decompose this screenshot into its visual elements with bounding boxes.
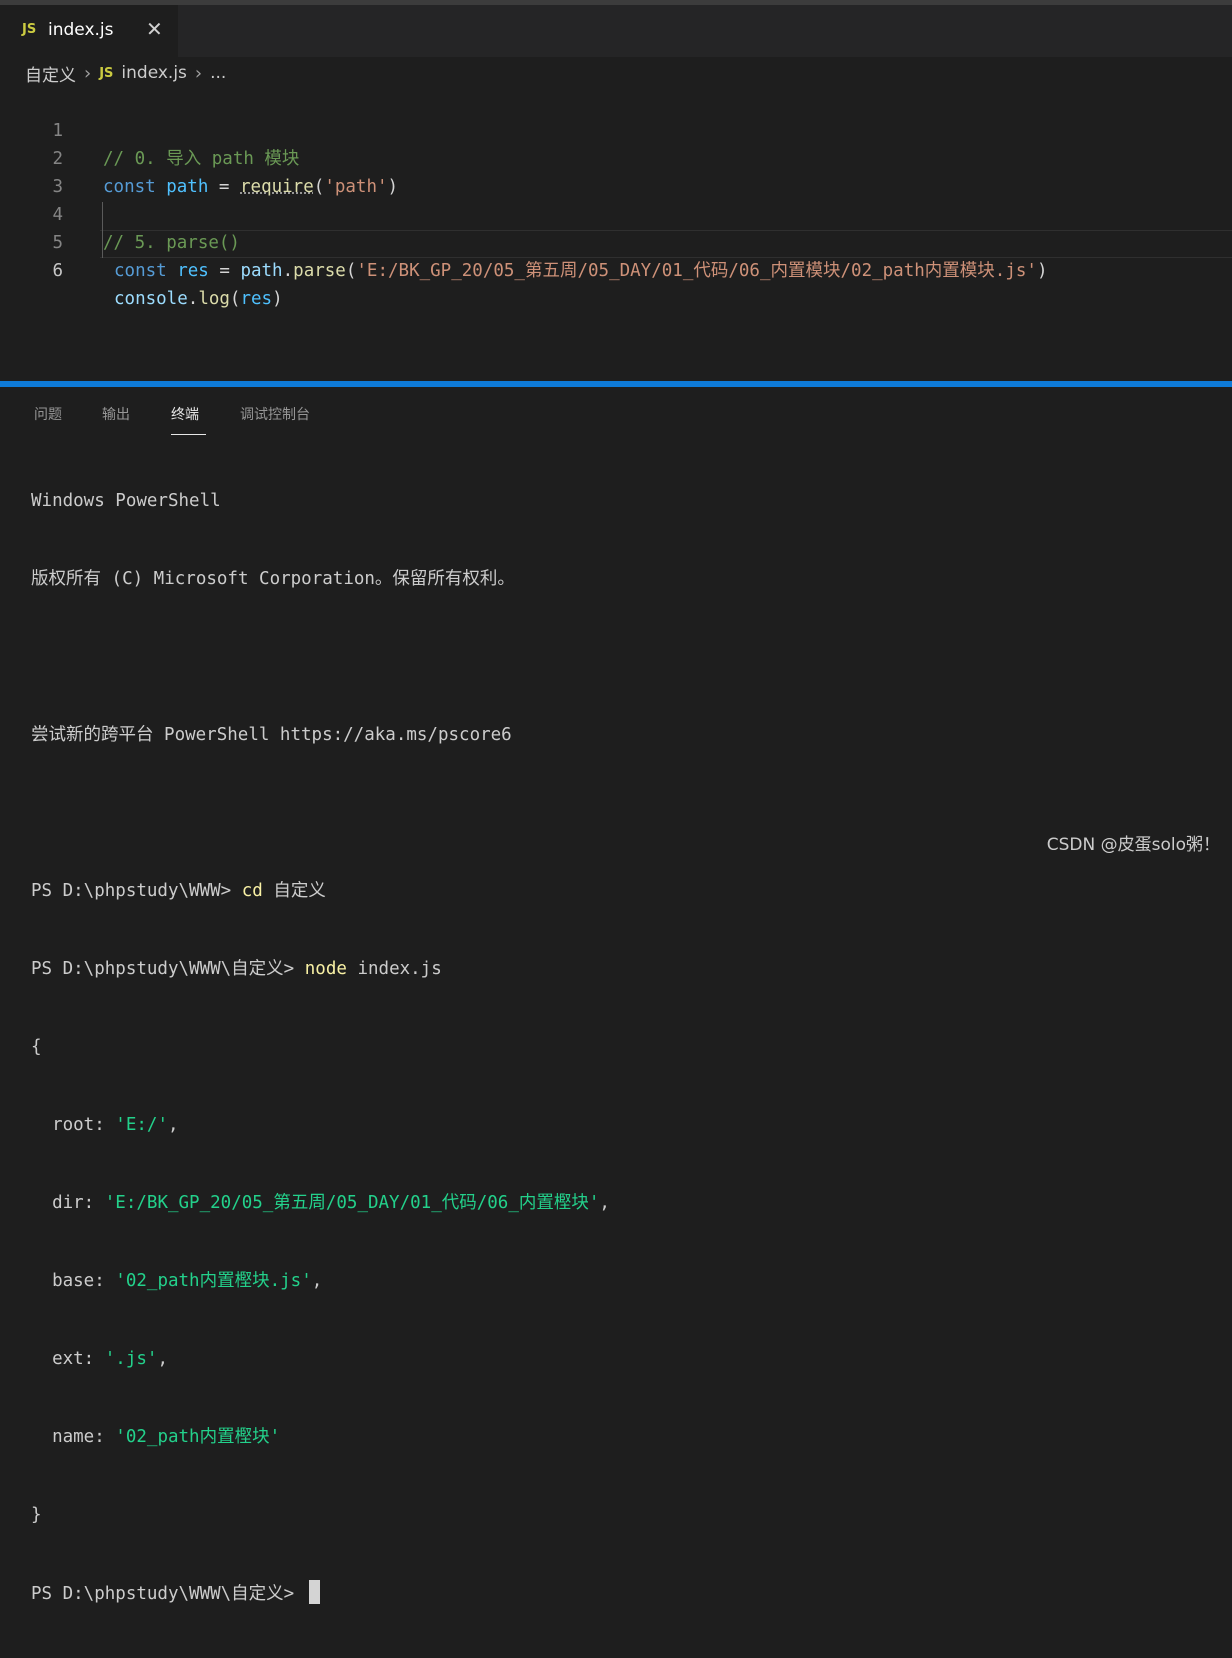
editor-tab-strip: JS index.js ✕	[0, 5, 1232, 57]
code-line: 4 // 5. parse()	[0, 173, 1232, 253]
command: node	[304, 959, 347, 979]
terminal-line: PS D:\phpstudy\WWW\自定义> node index.js	[31, 956, 610, 982]
object-ref: path	[240, 261, 283, 281]
terminal-line: }	[31, 1505, 42, 1525]
object-ref: console	[114, 289, 188, 309]
command: cd	[241, 881, 263, 901]
breadcrumb: 自定义 › JS index.js › ...	[0, 57, 1232, 89]
bottom-panel: 问题 输出 终端 调试控制台 Windows PowerShell 版权所有 (…	[0, 387, 1232, 1604]
code-line: 1 // 0. 导入 path 模块	[0, 89, 1232, 169]
string-value: 'E:/'	[115, 1115, 168, 1135]
prompt: PS D:\phpstudy\WWW\自定义>	[31, 1584, 305, 1604]
object-key: root:	[31, 1115, 116, 1135]
string-literal: 'E:/BK_GP_20/05_第五周/05_DAY/01_代码/06_内置模块…	[356, 261, 1037, 281]
terminal-cursor	[308, 1580, 320, 1604]
object-key: dir:	[31, 1193, 105, 1213]
code-line: 2 const path = require('path')	[0, 117, 1232, 197]
comma: ,	[599, 1193, 610, 1213]
terminal-line: ext: '.js',	[31, 1346, 610, 1372]
terminal-line: {	[31, 1037, 42, 1057]
code-content: const res = path.parse('E:/BK_GP_20/05_第…	[114, 257, 1047, 285]
code-line: 6 console.log(res)	[0, 229, 1232, 309]
function-call: parse	[293, 261, 346, 281]
watermark: CSDN @皮蛋solo粥！	[1046, 835, 1220, 855]
terminal-line: 尝试新的跨平台 PowerShell https://aka.ms/pscore…	[31, 725, 512, 745]
terminal-line: PS D:\phpstudy\WWW> cd 自定义	[31, 878, 610, 904]
line-number: 6	[52, 261, 63, 281]
comma: ,	[311, 1271, 323, 1291]
breadcrumb-folder[interactable]: 自定义	[25, 61, 76, 86]
comma: ,	[167, 1115, 179, 1135]
javascript-file-icon: JS	[99, 65, 114, 81]
tab-problems[interactable]: 问题	[34, 404, 62, 424]
string-value: '.js'	[104, 1349, 158, 1369]
paren: (	[345, 261, 357, 281]
active-tab-indicator	[171, 434, 206, 435]
terminal-line: base: '02_path内置樫块.js',	[31, 1268, 610, 1294]
keyword: const	[114, 261, 167, 281]
terminal-line: root: 'E:/',	[31, 1112, 610, 1138]
breadcrumb-file[interactable]: index.js	[121, 63, 187, 83]
variable: res	[240, 289, 273, 309]
paren: )	[272, 289, 283, 309]
terminal-line: 版权所有 (C) Microsoft Corporation。保留所有权利。	[31, 569, 515, 589]
prompt: PS D:\phpstudy\WWW>	[31, 881, 242, 901]
javascript-file-icon: JS	[22, 22, 37, 37]
object-key: ext:	[31, 1349, 105, 1369]
prompt: PS D:\phpstudy\WWW\自定义>	[31, 959, 305, 979]
comma: ,	[157, 1349, 168, 1369]
code-line: 5 const res = path.parse('E:/BK_GP_20/05…	[0, 201, 1232, 281]
function-call: log	[198, 289, 230, 309]
code-content: console.log(res)	[114, 285, 283, 313]
dot: .	[282, 261, 294, 281]
paren: (	[229, 289, 241, 309]
tab-label: index.js	[48, 20, 114, 40]
string-value: '02_path内置樫块.js'	[115, 1271, 312, 1291]
terminal-output[interactable]: Windows PowerShell 版权所有 (C) Microsoft Co…	[31, 436, 610, 1658]
paren: )	[1036, 261, 1048, 281]
command-args: 自定义	[262, 881, 326, 901]
object-key: name:	[31, 1427, 116, 1447]
terminal-line: dir: 'E:/BK_GP_20/05_第五周/05_DAY/01_代码/06…	[31, 1190, 610, 1216]
operator: =	[208, 261, 241, 281]
chevron-right-icon: ›	[84, 62, 92, 84]
dot: .	[187, 289, 199, 309]
tab-terminal[interactable]: 终端	[171, 404, 199, 424]
breadcrumb-symbols[interactable]: ...	[210, 63, 226, 83]
tab-debug-console[interactable]: 调试控制台	[240, 404, 310, 424]
terminal-line: Windows PowerShell	[31, 491, 221, 511]
terminal-line: PS D:\phpstudy\WWW\自定义>	[31, 1580, 610, 1606]
object-key: base:	[31, 1271, 116, 1291]
string-value: '02_path内置樫块'	[115, 1427, 281, 1447]
variable: res	[177, 261, 209, 281]
terminal-line: name: '02_path内置樫块'	[31, 1424, 610, 1450]
tab-index-js[interactable]: JS index.js ✕	[0, 5, 178, 57]
command-args: index.js	[346, 959, 442, 979]
code-editor[interactable]: 1 // 0. 导入 path 模块 2 const path = requir…	[0, 89, 1232, 381]
close-icon[interactable]: ✕	[146, 17, 163, 41]
code-line: 3	[0, 145, 1232, 197]
string-value: 'E:/BK_GP_20/05_第五周/05_DAY/01_代码/06_内置樫块…	[104, 1193, 600, 1213]
chevron-right-icon: ›	[194, 62, 203, 84]
tab-output[interactable]: 输出	[102, 404, 130, 424]
